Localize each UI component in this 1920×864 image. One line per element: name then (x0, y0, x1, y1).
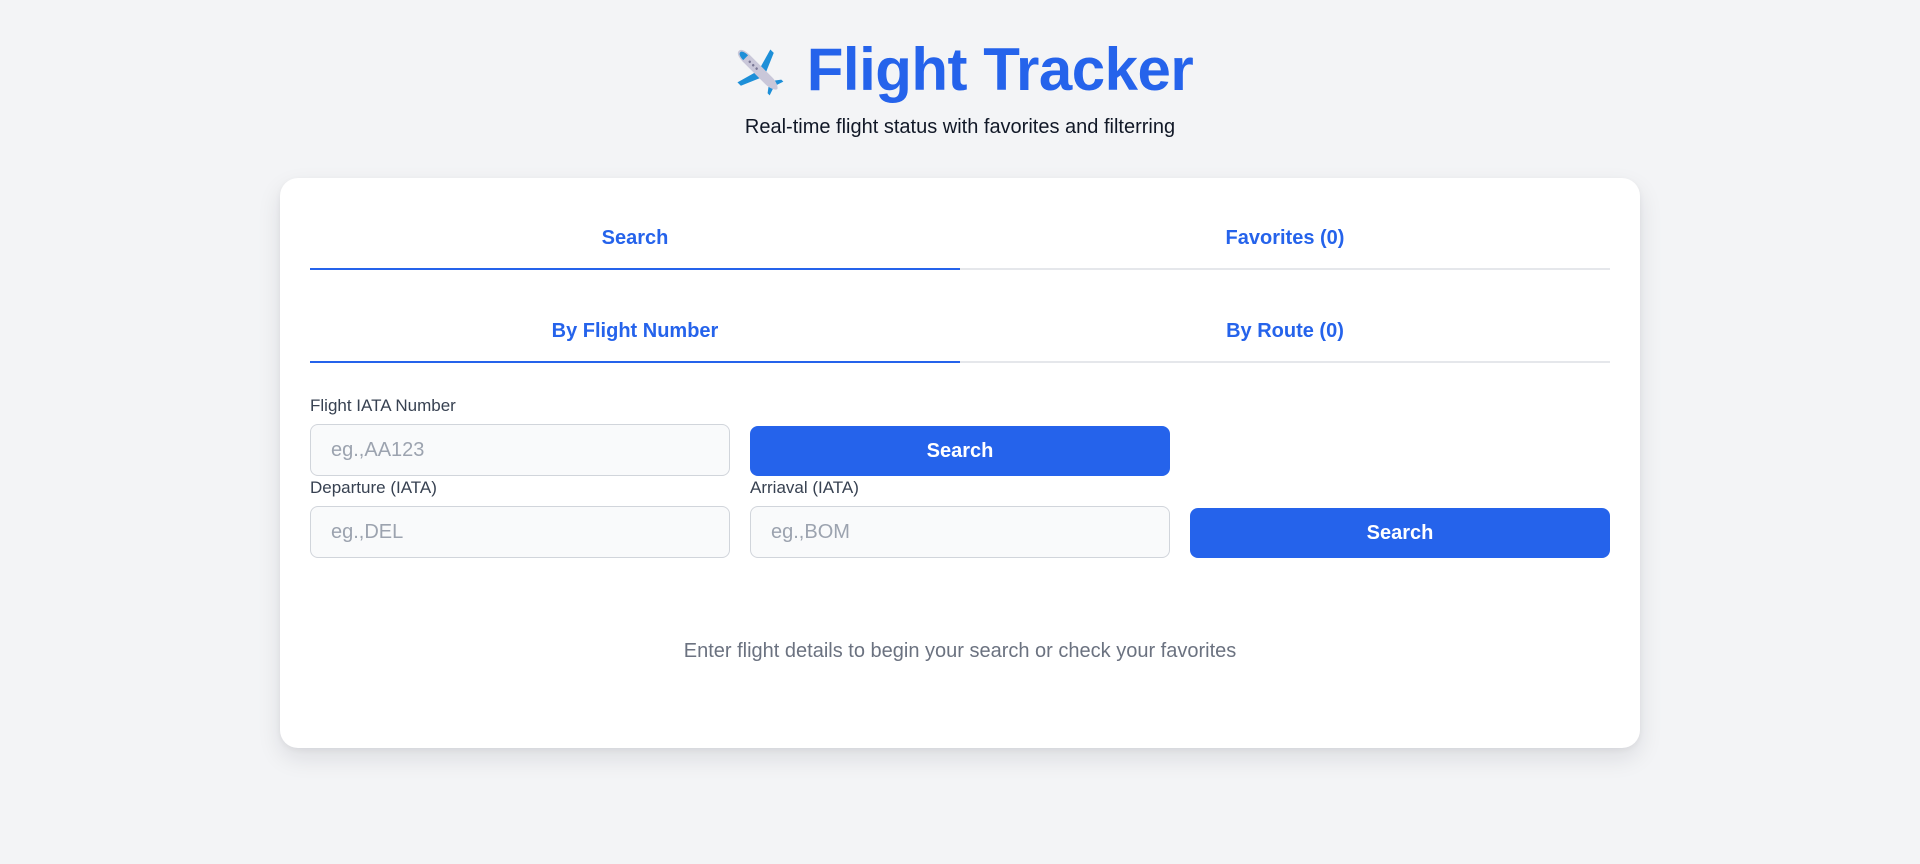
tab-favorites[interactable]: Favorites (0) (960, 178, 1610, 268)
arrival-label: Arriaval (IATA) (750, 478, 859, 497)
flight-number-label: Flight IATA Number (310, 396, 456, 415)
route-search-button[interactable]: Search (1190, 508, 1610, 558)
page-header: Flight Tracker Real-time flight status w… (0, 30, 1920, 140)
airplane-icon (737, 49, 784, 96)
search-mode-tabs: By Flight Number By Route (0) (310, 271, 1610, 363)
tab-search[interactable]: Search (310, 178, 960, 270)
page-title: Flight Tracker (806, 36, 1194, 103)
title-row: Flight Tracker (727, 30, 1194, 110)
tab-by-route[interactable]: By Route (0) (960, 271, 1610, 361)
empty-state-message: Enter flight details to begin your searc… (683, 640, 1237, 662)
page-subtitle: Real-time flight status with favorites a… (744, 116, 1176, 138)
tab-by-flight-number[interactable]: By Flight Number (310, 271, 960, 363)
arrival-input[interactable] (750, 506, 1170, 558)
flight-search-button[interactable]: Search (750, 426, 1170, 476)
departure-input[interactable] (310, 506, 730, 558)
main-tabs: Search Favorites (0) (310, 178, 1610, 270)
flight-number-input[interactable] (310, 424, 730, 476)
search-card: Search Favorites (0) By Flight Number By… (280, 178, 1640, 748)
departure-label: Departure (IATA) (310, 478, 437, 497)
